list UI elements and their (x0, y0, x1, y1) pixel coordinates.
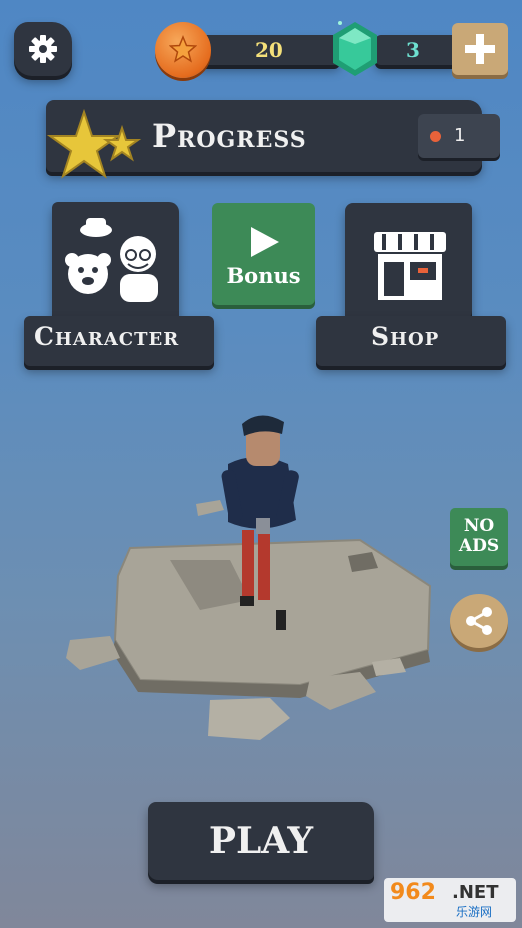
noads-line1: NO (463, 516, 495, 536)
star-coin-icon (169, 35, 197, 63)
storefront-icon (374, 232, 446, 300)
characters-icon (65, 218, 158, 302)
progress-label: Progress (152, 117, 307, 155)
rock-debris (196, 500, 224, 516)
play-label: PLAY (208, 820, 314, 862)
progress-count: 1 (454, 125, 466, 146)
shop-label: Shop (371, 322, 440, 351)
coin (155, 22, 211, 78)
add-currency-button[interactable] (452, 23, 508, 75)
game-scene (66, 415, 432, 740)
watermark-sub: 乐游网 (456, 905, 493, 919)
settings-button[interactable] (14, 22, 72, 76)
progress-badge: 1 (418, 114, 500, 158)
coin-count: 20 (255, 38, 283, 62)
gem-count: 3 (406, 38, 420, 62)
plus-icon (465, 34, 495, 64)
share-icon (466, 607, 492, 635)
noads-line2: ADS (458, 536, 500, 556)
stars-icon (46, 108, 142, 179)
watermark-net: .NET (452, 882, 499, 903)
watermark-main: 962 (390, 880, 436, 905)
character-label: Character (34, 322, 180, 351)
play-icon (251, 227, 279, 257)
rock-debris (208, 698, 290, 740)
bonus-label: Bonus (226, 263, 301, 288)
bonus-button[interactable]: Bonus (212, 203, 315, 305)
watermark-logo: 962 .NET 乐游网 (384, 878, 516, 922)
notification-dot (430, 131, 441, 142)
no-ads-button[interactable]: NO ADS (450, 508, 508, 566)
share-button[interactable] (450, 594, 508, 648)
gear-icon (29, 35, 57, 63)
gem-icon (333, 21, 377, 76)
rock-debris (66, 636, 120, 670)
